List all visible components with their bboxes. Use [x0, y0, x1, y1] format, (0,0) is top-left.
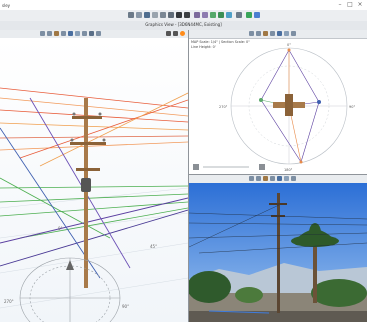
scene-3d: 0° 45° 270° 90° — [0, 38, 188, 322]
plan-diagram: 0° 90° 180° 270° — [193, 43, 355, 172]
home-icon[interactable] — [128, 12, 134, 18]
tree-icon[interactable] — [194, 12, 200, 18]
photo-next-icon[interactable] — [291, 176, 296, 181]
guy-icon[interactable] — [277, 31, 282, 36]
compass-mark-90: 90° — [122, 304, 129, 309]
maximize-button[interactable]: □ — [345, 1, 355, 9]
plan-reset-icon[interactable] — [259, 164, 265, 170]
field-photo — [189, 183, 367, 322]
plan-zoom-icon[interactable] — [193, 164, 199, 170]
compass-mark-270: 270° — [4, 299, 14, 304]
print-icon[interactable] — [152, 12, 158, 18]
photo-camera-icon[interactable] — [277, 176, 282, 181]
wire-view-icon[interactable] — [61, 31, 66, 36]
undo-icon[interactable] — [176, 12, 182, 18]
label-icon[interactable] — [284, 31, 289, 36]
save-icon[interactable] — [144, 12, 150, 18]
app-label: sley — [2, 3, 11, 8]
photo-pan-icon[interactable] — [256, 176, 261, 181]
paste-icon[interactable] — [168, 12, 174, 18]
zoom-in-icon[interactable] — [249, 31, 254, 36]
restore-icon[interactable] — [173, 31, 178, 36]
globe-icon[interactable] — [226, 12, 232, 18]
compass-west-label: 270° — [219, 105, 228, 109]
pole-plan-icon[interactable] — [263, 31, 268, 36]
minimize-button[interactable]: – — [335, 1, 345, 9]
open-icon[interactable] — [136, 12, 142, 18]
compass-south-label: 180° — [284, 168, 293, 172]
record-icon[interactable] — [180, 31, 185, 36]
close-button[interactable]: × — [355, 1, 365, 9]
camera-icon[interactable] — [68, 31, 73, 36]
grid-icon[interactable] — [75, 31, 80, 36]
photo-measure-icon[interactable] — [263, 176, 268, 181]
pole-icon[interactable] — [202, 12, 208, 18]
graphics-view-title: Graphics View - [3D6N44MC, Existing] — [145, 22, 222, 27]
copy-icon[interactable] — [160, 12, 166, 18]
compass-east-label: 90° — [349, 105, 355, 109]
expand-icon[interactable] — [166, 31, 171, 36]
help-icon[interactable] — [254, 12, 260, 18]
photo-overlay-icon[interactable] — [270, 176, 275, 181]
chart-icon[interactable] — [218, 12, 224, 18]
north-icon[interactable] — [291, 31, 296, 36]
span-icon[interactable] — [270, 31, 275, 36]
export-icon[interactable] — [89, 31, 94, 36]
measure-icon[interactable] — [82, 31, 87, 36]
compass-mark-0: 0° — [58, 226, 63, 231]
photo-prev-icon[interactable] — [284, 176, 289, 181]
viewport-3d[interactable]: 0° 45° 270° 90° — [0, 30, 188, 322]
render-icon[interactable] — [96, 31, 101, 36]
zoom-out-icon[interactable] — [256, 31, 261, 36]
photo-zoom-icon[interactable] — [249, 176, 254, 181]
pole-view-icon[interactable] — [54, 31, 59, 36]
compass-mark-45: 45° — [150, 244, 157, 249]
play-icon[interactable] — [246, 12, 252, 18]
plan-view[interactable]: MAP Scale: 1/4" | Section Scale: 0" Line… — [189, 30, 367, 174]
compass-north-label: 0° — [287, 43, 291, 47]
settings-icon[interactable] — [210, 12, 216, 18]
view-icon[interactable] — [40, 31, 45, 36]
photo-view[interactable] — [189, 175, 367, 322]
filter-icon[interactable] — [236, 12, 242, 18]
redo-icon[interactable] — [184, 12, 190, 18]
layers-icon[interactable] — [47, 31, 52, 36]
